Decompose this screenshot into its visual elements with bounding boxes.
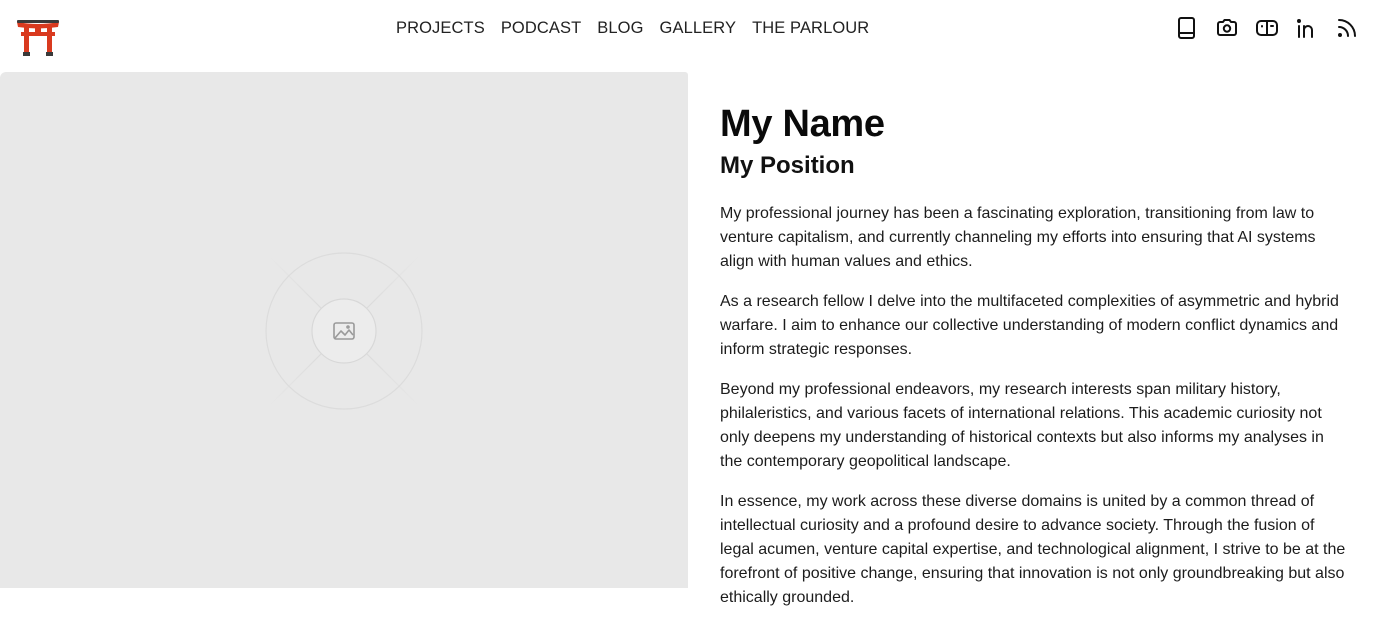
nav-podcast[interactable]: PODCAST xyxy=(501,17,581,39)
bio-paragraph: In essence, my work across these diverse… xyxy=(720,493,1346,606)
rss-icon[interactable] xyxy=(1334,14,1360,42)
newsletter-icon[interactable] xyxy=(1254,14,1280,42)
site-header: PROJECTS PODCAST BLOG GALLERY THE PARLOU… xyxy=(0,0,1376,72)
torii-gate-icon[interactable] xyxy=(16,16,60,58)
main-nav: PROJECTS PODCAST BLOG GALLERY THE PARLOU… xyxy=(396,17,869,39)
book-icon[interactable] xyxy=(1174,14,1200,42)
bio: My professional journey has been a fasci… xyxy=(720,202,1350,610)
linkedin-icon[interactable] xyxy=(1294,14,1320,42)
profile-position: My Position xyxy=(720,152,855,179)
nav-projects[interactable]: PROJECTS xyxy=(396,17,485,39)
profile-content: My Name My Position My professional jour… xyxy=(720,100,1350,610)
social-links xyxy=(1174,14,1360,42)
nav-the-parlour[interactable]: THE PARLOUR xyxy=(752,17,869,39)
camera-icon[interactable] xyxy=(1214,14,1240,42)
profile-image-placeholder xyxy=(0,72,688,588)
image-placeholder-icon xyxy=(230,217,458,445)
nav-gallery[interactable]: GALLERY xyxy=(660,17,737,39)
profile-name: My Name xyxy=(720,103,885,145)
bio-paragraph: My professional journey has been a fasci… xyxy=(720,205,1316,270)
bio-paragraph: Beyond my professional endeavors, my res… xyxy=(720,381,1324,470)
nav-blog[interactable]: BLOG xyxy=(597,17,643,39)
bio-paragraph: As a research fellow I delve into the mu… xyxy=(720,293,1339,358)
